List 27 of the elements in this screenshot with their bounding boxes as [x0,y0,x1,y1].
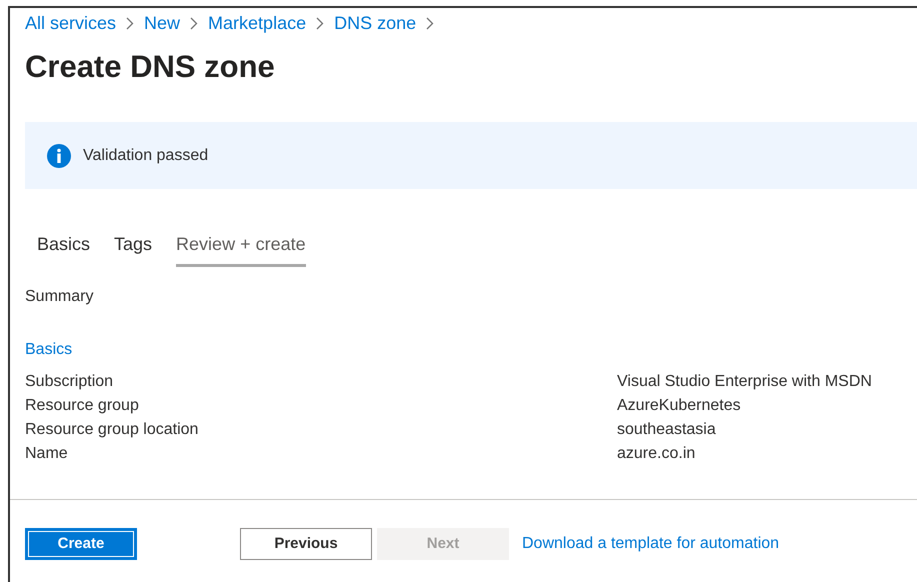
field-label: Resource group location [25,420,200,440]
download-template-link[interactable]: Download a template for automation [522,532,780,556]
chevron-right-icon [190,17,198,30]
field-value: Visual Studio Enterprise with MSDN [617,372,872,392]
breadcrumb-link[interactable]: All services [25,10,116,37]
page-title: Create DNS zone [24,48,276,86]
tab[interactable]: Tags [114,231,152,267]
section-title: Basics [24,340,74,360]
breadcrumb-link[interactable]: DNS zone [334,10,416,37]
chevron-right-icon [126,17,134,30]
field-value: AzureKubernetes [617,396,741,416]
create-button[interactable]: Create [25,528,137,560]
tab[interactable]: Basics [37,231,90,267]
field-value: southeastasia [617,420,716,440]
breadcrumb-link[interactable]: New [144,10,180,37]
field-label: Name [25,444,69,464]
field-value: azure.co.in [617,444,696,464]
chevron-right-icon [426,17,434,30]
nav-button[interactable]: Previous [240,528,372,560]
breadcrumb-link[interactable]: Marketplace [208,10,306,37]
summary-heading: Summary [24,287,94,307]
chevron-right-icon [316,17,324,30]
tab[interactable]: Review + create [176,231,306,267]
validation-message: Validation passed [83,146,208,166]
info-icon [47,144,71,168]
field-label: Subscription [25,372,114,392]
field-label: Resource group [25,396,140,416]
